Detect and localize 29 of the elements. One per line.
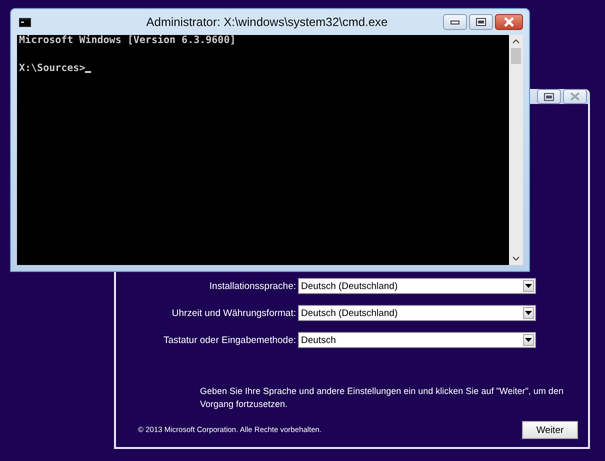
text-cursor	[85, 71, 92, 73]
console-line: Microsoft Windows [Version 6.3.9600]	[19, 35, 237, 47]
scrollbar[interactable]	[509, 35, 523, 265]
window-title: Administrator: X:\windows\system32\cmd.exe	[145, 15, 389, 29]
field-label: Uhrzeit und Währungsformat:	[172, 308, 296, 318]
scroll-thumb[interactable]	[511, 48, 521, 64]
close-button[interactable]	[495, 14, 523, 30]
dropdown-arrow-icon	[525, 311, 532, 315]
dropdown-field[interactable]: Deutsch (Deutschland)	[298, 305, 536, 321]
scroll-down-icon[interactable]	[512, 256, 520, 261]
dropdown-arrow-icon	[525, 338, 532, 342]
maximize-icon	[544, 92, 554, 100]
maximize-button[interactable]	[537, 89, 561, 104]
field-label: Installationssprache:	[209, 280, 296, 292]
instruction-text: Geben Sie Ihre Sprache und andere Einstellungen ein und klicken Sie auf "Weiter", um den Vorgang fortzusetzen.	[200, 385, 564, 411]
command-prompt: X:\Sources>	[19, 63, 86, 75]
maximize-button[interactable]	[469, 14, 493, 30]
console-icon	[19, 18, 31, 26]
minimize-button[interactable]	[443, 14, 467, 30]
close-icon	[503, 17, 515, 27]
close-icon	[570, 92, 580, 101]
dropdown-field[interactable]: Deutsch (Deutschland)	[298, 278, 536, 294]
scroll-up-icon[interactable]	[512, 39, 520, 44]
next-button[interactable]: Weiter	[522, 421, 578, 439]
minimize-icon	[450, 19, 460, 25]
field-label: Tastatur oder Eingabemethode:	[163, 334, 296, 346]
dropdown-arrow-icon	[525, 284, 532, 288]
maximize-icon	[476, 18, 486, 26]
dropdown-field[interactable]: Deutsch	[298, 332, 536, 348]
